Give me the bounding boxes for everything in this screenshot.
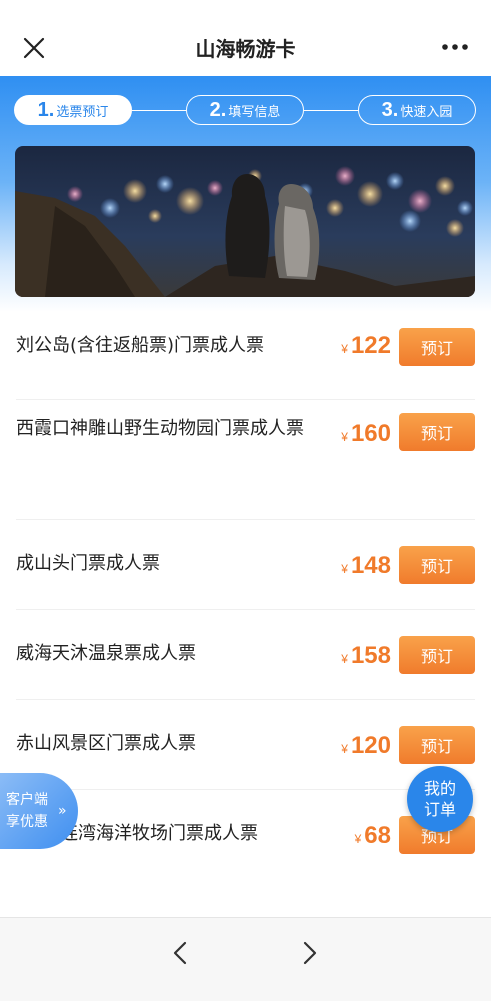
promo-line-2: 享优惠 [6,814,48,830]
step-connector [304,110,358,111]
orders-line-1: 我的 [423,779,456,798]
my-orders-button[interactable]: 我的 订单 [407,766,473,832]
list-item: 刘公岛(含往返船票)门票成人票 ¥122 预订 [0,310,491,400]
step-number: 2. [209,98,227,121]
ticket-price: ¥158 [341,642,391,670]
step-connector [132,110,186,111]
ticket-price: ¥120 [341,732,391,760]
price-value: 122 [350,332,391,359]
currency-symbol: ¥ [341,342,348,356]
ticket-price: ¥122 [341,332,391,360]
top-navigation-bar: 山海畅游卡 [0,0,491,76]
banner-image [15,146,475,297]
price-value: 68 [364,822,391,849]
currency-symbol: ¥ [354,832,362,846]
step-select-tickets[interactable]: 1. 选票预订 [14,95,132,125]
step-label: 选票预订 [56,104,109,120]
chevron-left-icon[interactable] [170,940,192,966]
chevron-right-icon[interactable] [298,940,320,966]
book-button[interactable]: 预订 [399,328,475,366]
price-value: 148 [350,552,391,579]
ticket-name: 连湾海洋牧场门票成人票 [60,823,258,844]
step-label: 快速入园 [400,104,453,120]
book-button[interactable]: 预订 [399,726,475,764]
list-item: 西霞口神雕山野生动物园门票成人票 ¥160 预订 [0,400,491,520]
more-icon[interactable] [441,40,469,54]
page-title: 山海畅游卡 [195,37,296,61]
currency-symbol: ¥ [341,430,348,444]
step-quick-entry[interactable]: 3. 快速入园 [358,95,476,125]
ticket-name: 成山头门票成人票 [16,553,160,574]
currency-symbol: ¥ [341,652,348,666]
list-item: 成山头门票成人票 ¥148 预订 [0,520,491,610]
price-value: 120 [350,732,391,759]
book-button[interactable]: 预订 [399,546,475,584]
ticket-name: 威海天沐温泉票成人票 [16,643,196,664]
ticket-name: 刘公岛(含往返船票)门票成人票 [16,335,265,356]
step-number: 1. [37,98,55,121]
bottom-navigation-bar [0,917,491,1001]
currency-symbol: ¥ [341,742,348,756]
list-item: 威海天沐温泉票成人票 ¥158 预订 [0,610,491,700]
double-chevron-right-icon: » [58,803,67,819]
price-value: 160 [350,420,391,447]
step-fill-info[interactable]: 2. 填写信息 [186,95,304,125]
ticket-price: ¥68 [355,822,391,850]
ticket-name: 赤山风景区门票成人票 [16,733,196,754]
book-button[interactable]: 预订 [399,636,475,674]
step-label: 填写信息 [228,104,281,120]
penguins-night-illustration [15,146,475,297]
ticket-price: ¥148 [341,552,391,580]
ticket-price: ¥160 [341,420,391,448]
price-value: 158 [350,642,391,669]
ticket-name: 西霞口神雕山野生动物园门票成人票 [16,418,304,439]
orders-line-2: 订单 [423,800,456,819]
promo-line-1: 客户端 [6,792,48,808]
step-number: 3. [381,98,399,121]
book-button[interactable]: 预订 [399,413,475,451]
currency-symbol: ¥ [341,562,348,576]
app-promo-tab[interactable]: 客户端 享优惠 » [0,773,78,849]
booking-steps: 1. 选票预订 2. 填写信息 3. 快速入园 [14,95,476,127]
